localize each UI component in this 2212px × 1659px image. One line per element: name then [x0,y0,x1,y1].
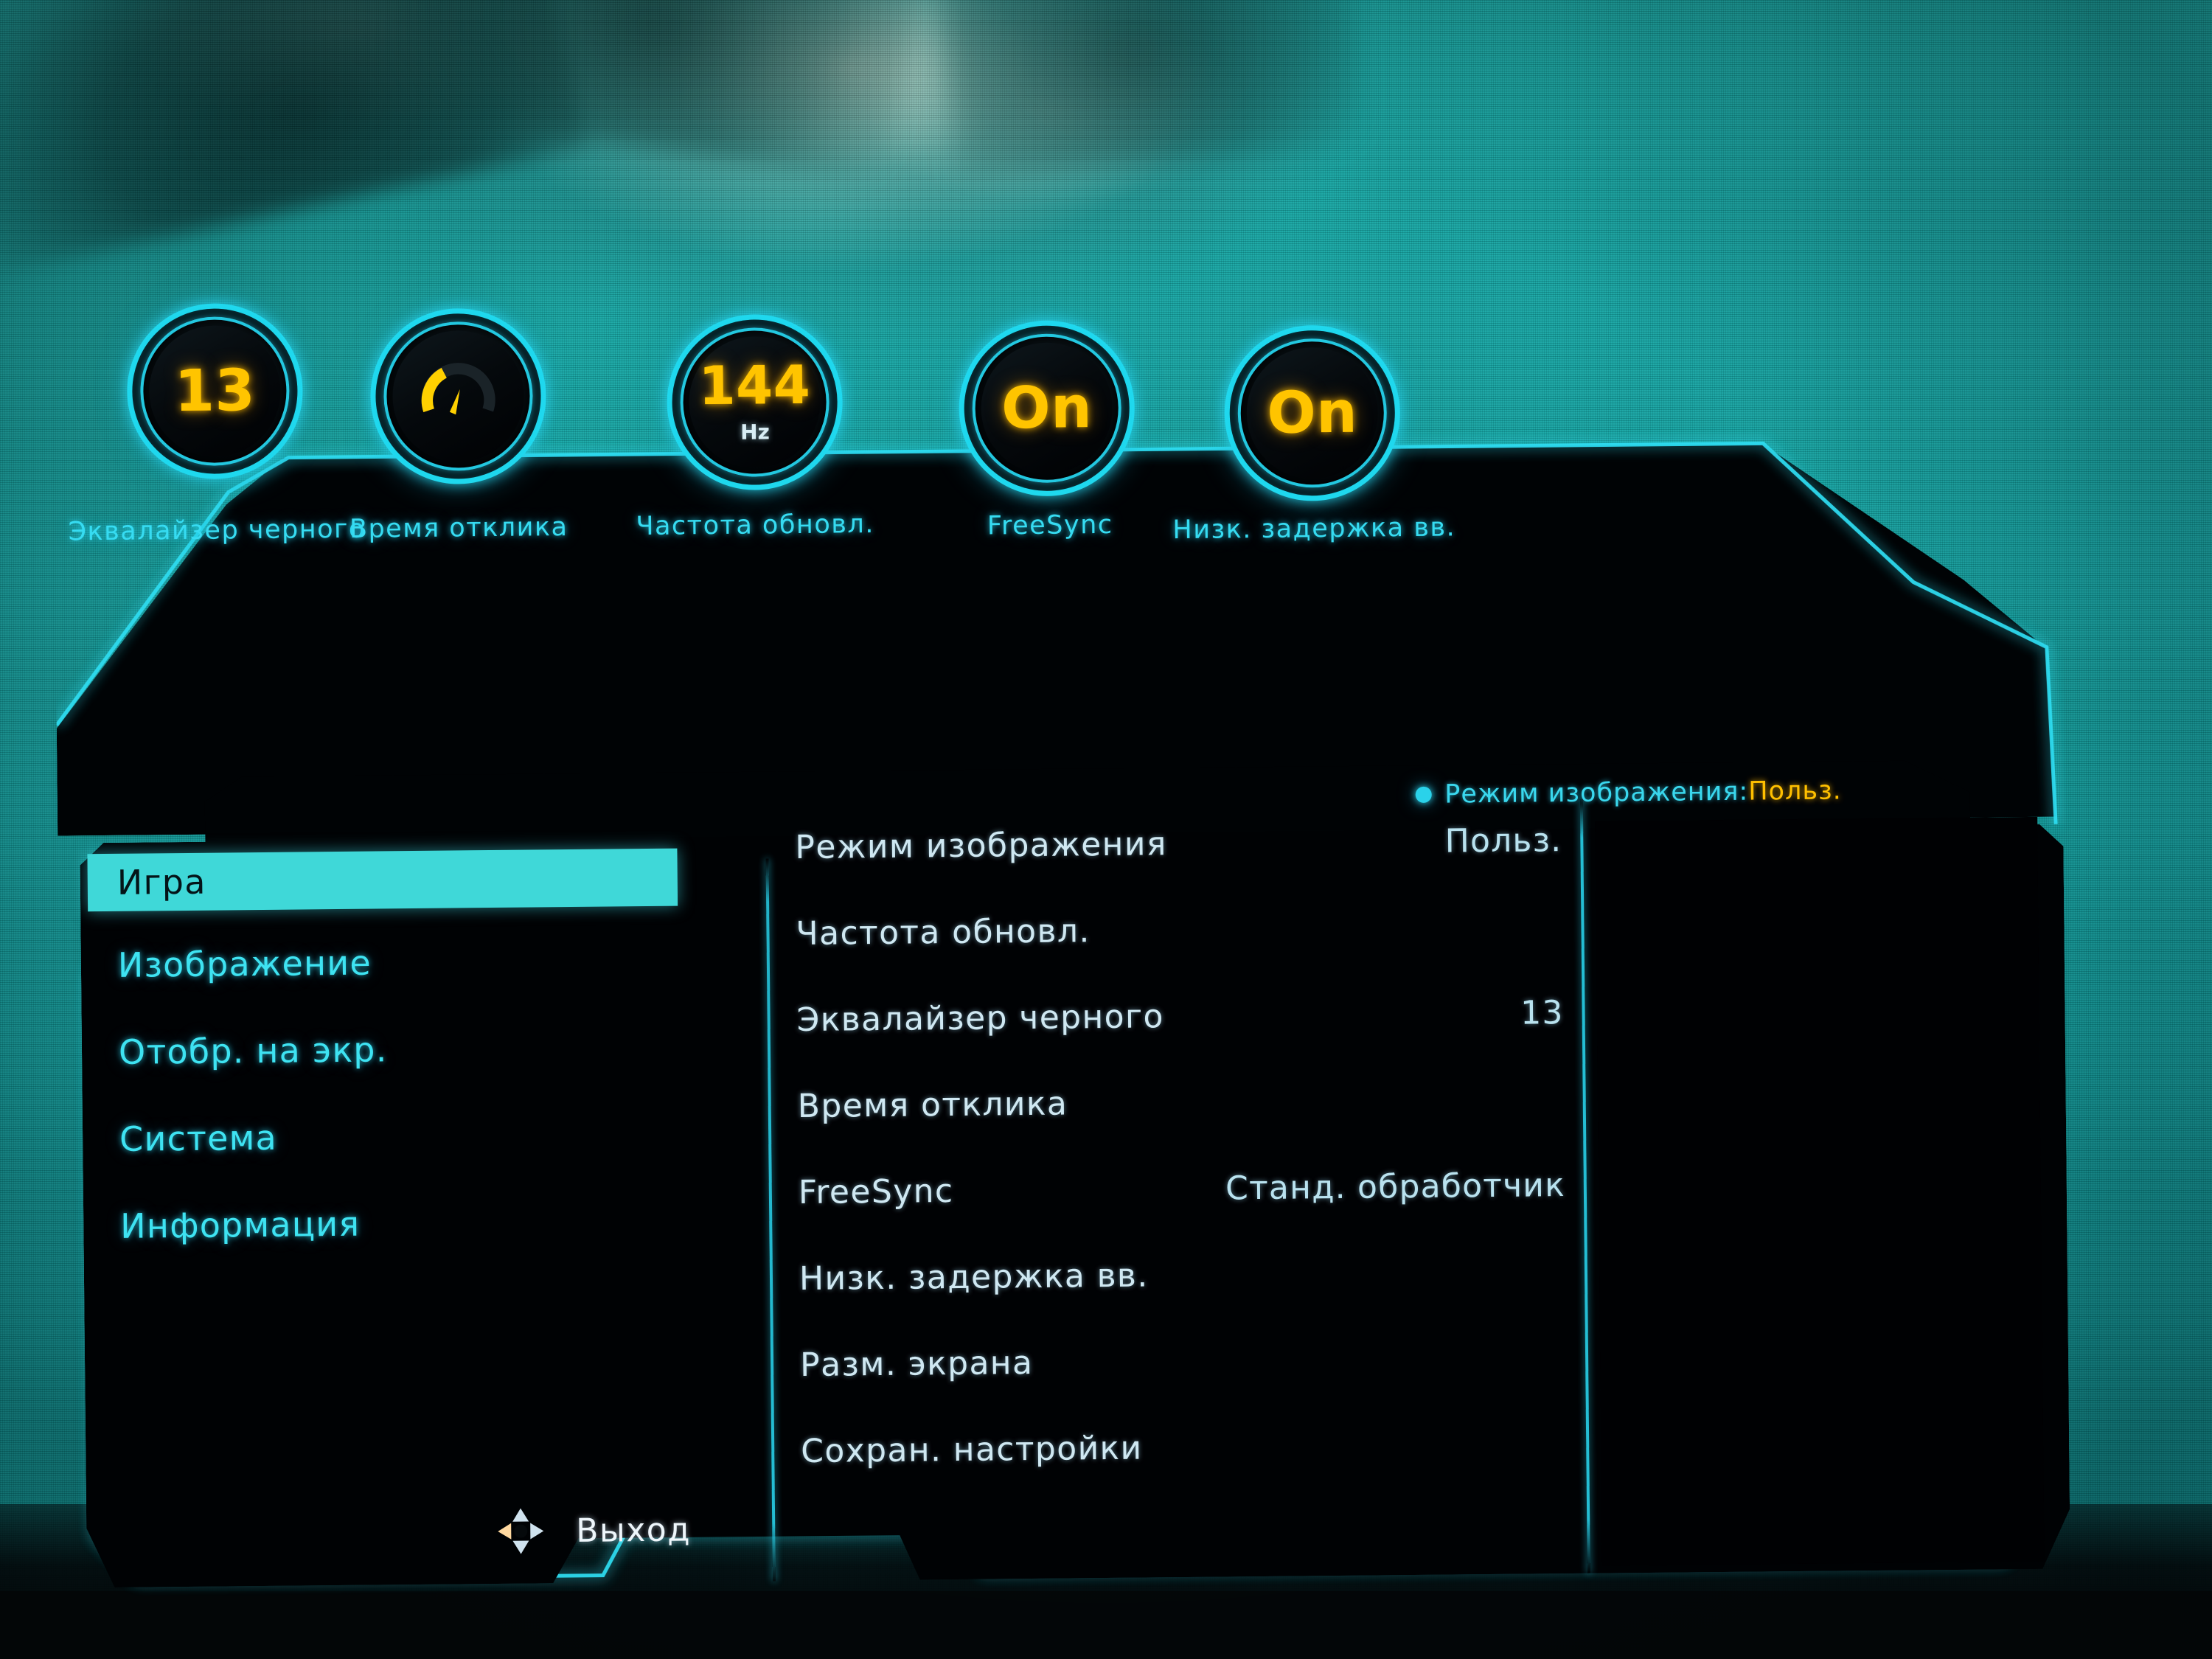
status-dot-icon [1415,786,1432,803]
gauge-unit: Hz [740,420,770,445]
option-row-refresh-rate[interactable]: Частота обновл. [796,904,1563,956]
gauge-row: 13 Эквалайзер черного Время отклика 144 … [53,302,2054,674]
background-shape-right [932,0,1368,180]
dpad-navigation-icon [498,1508,544,1554]
gauge-label-refresh-rate: Частота обновл. [636,509,875,542]
description-panel [1595,816,2045,1566]
exit-label: Выход [576,1510,692,1550]
sidebar-item-display[interactable]: Отобр. на экр. [89,1018,680,1082]
gauge-low-input-lag[interactable]: On [1223,324,1401,502]
option-row-low-input-lag[interactable]: Низк. задержка вв. [799,1249,1567,1301]
gauge-face [392,330,525,463]
option-label: Разм. экрана [799,1343,1034,1384]
gauge-face: 144 Hz [688,335,821,469]
option-value: Станд. обработчик [1225,1166,1566,1207]
sidebar-item-information[interactable]: Информация [91,1192,681,1256]
status-value: Польз. [1748,776,1842,807]
osd-menu: 13 Эквалайзер черного Время отклика 144 … [53,302,2159,1602]
option-label: Эквалайзер черного [796,997,1165,1039]
monitor-bezel [0,1591,2212,1659]
sidebar-item-label: Система [119,1117,278,1159]
option-row-freesync[interactable]: FreeSync Станд. обработчик [799,1163,1566,1214]
option-label: Частота обновл. [796,911,1091,953]
status-text: Режим изображения:Польз. [1444,776,1842,809]
speedometer-icon [421,363,495,415]
picture-mode-status: Режим изображения:Польз. [1415,776,1842,810]
gauge-value: 144 [698,354,811,417]
gauge-response-time[interactable] [369,307,547,485]
option-value: Польз. [1444,821,1562,860]
sidebar-item-picture[interactable]: Изображение [88,931,679,995]
gauge-refresh-rate[interactable]: 144 Hz [666,313,844,491]
sidebar-item-label: Информация [120,1203,361,1246]
gauge-value: 13 [174,357,256,425]
gauge-face: 13 [148,324,282,458]
gauge-label-response-time: Время отклика [349,512,568,544]
option-label: Низк. задержка вв. [799,1256,1149,1298]
sidebar-item-system[interactable]: Система [90,1105,681,1169]
sidebar-item-game[interactable]: Игра [87,848,678,912]
gauge-value: On [1001,375,1093,442]
option-label: Время отклика [797,1085,1068,1125]
screen-photo: 13 Эквалайзер черного Время отклика 144 … [0,0,2212,1659]
option-label: Режим изображения [795,824,1167,866]
gauge-value: On [1266,379,1358,447]
option-label: FreeSync [798,1172,954,1211]
gauge-label-low-input-lag: Низк. задержка вв. [1172,512,1456,546]
status-label: Режим изображения: [1444,776,1749,810]
sidebar-item-label: Отобр. на экр. [118,1029,388,1072]
gauge-face: On [980,341,1113,475]
sidebar-item-label: Игра [116,861,206,902]
sidebar-item-label: Изображение [117,942,372,985]
option-label: Сохран. настройки [801,1429,1143,1470]
option-row-response-time[interactable]: Время отклика [797,1077,1565,1128]
gauge-black-equalizer[interactable]: 13 [126,302,304,480]
option-row-black-equalizer[interactable]: Эквалайзер черного 13 [796,990,1564,1042]
option-value: 13 [1520,993,1564,1032]
option-row-screen-size[interactable]: Разм. экрана [800,1335,1568,1387]
osd-sidebar: Игра Изображение Отобр. на экр. Система … [87,848,735,1576]
option-row-picture-mode[interactable]: Режим изображения Польз. [795,818,1562,869]
option-row-save-settings[interactable]: Сохран. настройки [801,1422,1568,1473]
gauge-face: On [1245,347,1379,480]
gauge-freesync[interactable]: On [958,319,1135,497]
exit-control[interactable]: Выход [492,1500,692,1560]
osd-option-list: Режим изображения Польз. Частота обновл.… [795,818,1576,1562]
